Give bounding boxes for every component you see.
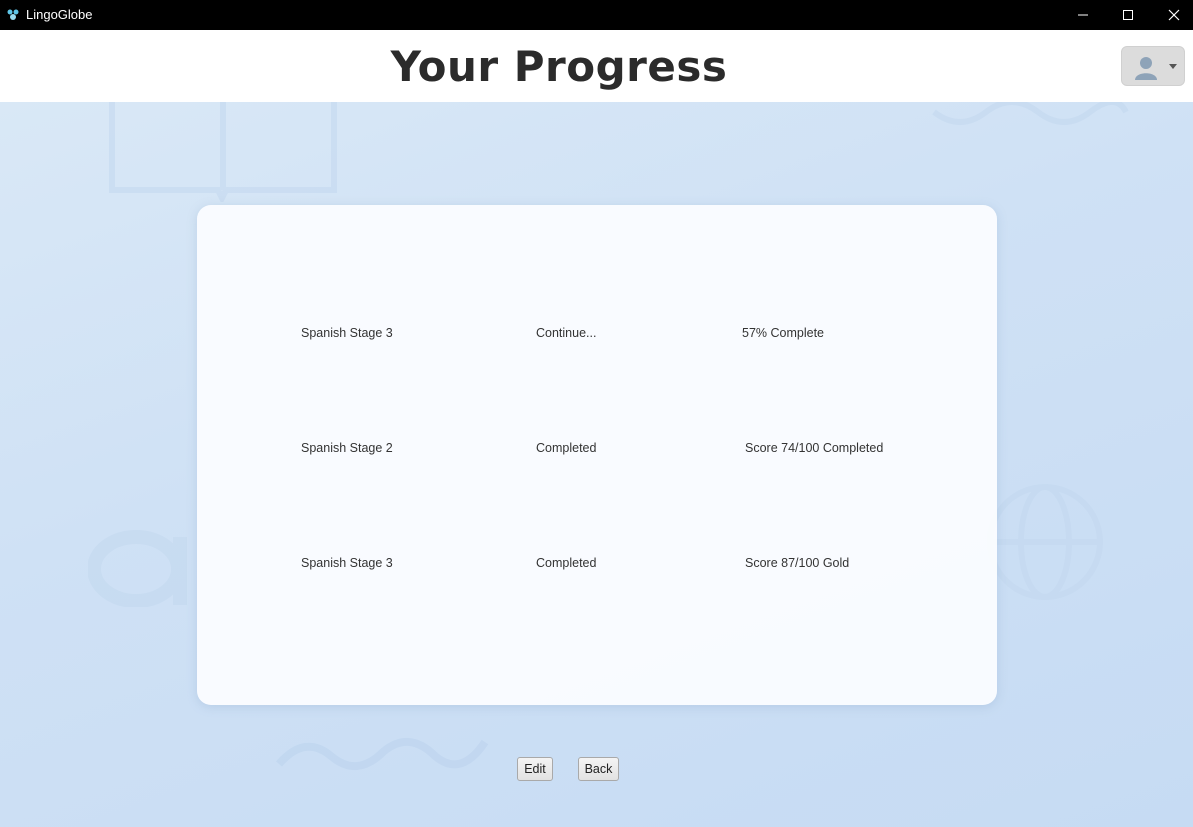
window-title: LingoGlobe — [26, 7, 93, 22]
minimize-button[interactable] — [1060, 0, 1106, 30]
user-avatar-icon — [1135, 57, 1157, 80]
page-title: Your Progress — [390, 42, 728, 91]
course-result: Score 87/100 Gold — [745, 556, 850, 570]
course-result: Score 74/100 Completed — [745, 441, 884, 455]
close-icon — [1168, 9, 1180, 21]
course-name: Spanish Stage 2 — [301, 441, 393, 455]
maximize-button[interactable] — [1105, 0, 1151, 30]
progress-card: Spanish Stage 3 Continue... 57% Complete… — [197, 205, 997, 705]
maximize-icon — [1123, 10, 1133, 20]
window-titlebar: LingoGlobe — [0, 0, 1193, 30]
wave-decoration-icon — [932, 102, 1129, 125]
globe-decoration-icon — [987, 484, 1103, 600]
chevron-down-icon — [1169, 64, 1177, 69]
course-status: Completed — [536, 556, 597, 570]
letter-a-decoration-icon — [88, 530, 187, 607]
page-header: Your Progress — [0, 30, 1193, 102]
app-logo-icon — [7, 9, 19, 20]
course-name: Spanish Stage 3 — [301, 556, 393, 570]
edit-button[interactable]: Edit — [517, 757, 553, 781]
progress-row[interactable]: Spanish Stage 3 Continue... 57% Complete — [197, 326, 997, 346]
progress-row[interactable]: Spanish Stage 3 Completed Score 87/100 G… — [197, 556, 997, 576]
course-status: Completed — [536, 441, 597, 455]
progress-row[interactable]: Spanish Stage 2 Completed Score 74/100 C… — [197, 441, 997, 461]
user-menu-button[interactable] — [1121, 46, 1185, 86]
open-book-decoration-icon — [109, 102, 337, 202]
back-button[interactable]: Back — [578, 757, 619, 781]
course-name: Spanish Stage 3 — [301, 326, 393, 340]
close-button[interactable] — [1151, 0, 1193, 30]
course-result: 57% Complete — [742, 326, 824, 340]
course-status[interactable]: Continue... — [536, 326, 596, 340]
wave-decoration-icon — [275, 737, 489, 771]
minimize-icon — [1078, 14, 1088, 16]
